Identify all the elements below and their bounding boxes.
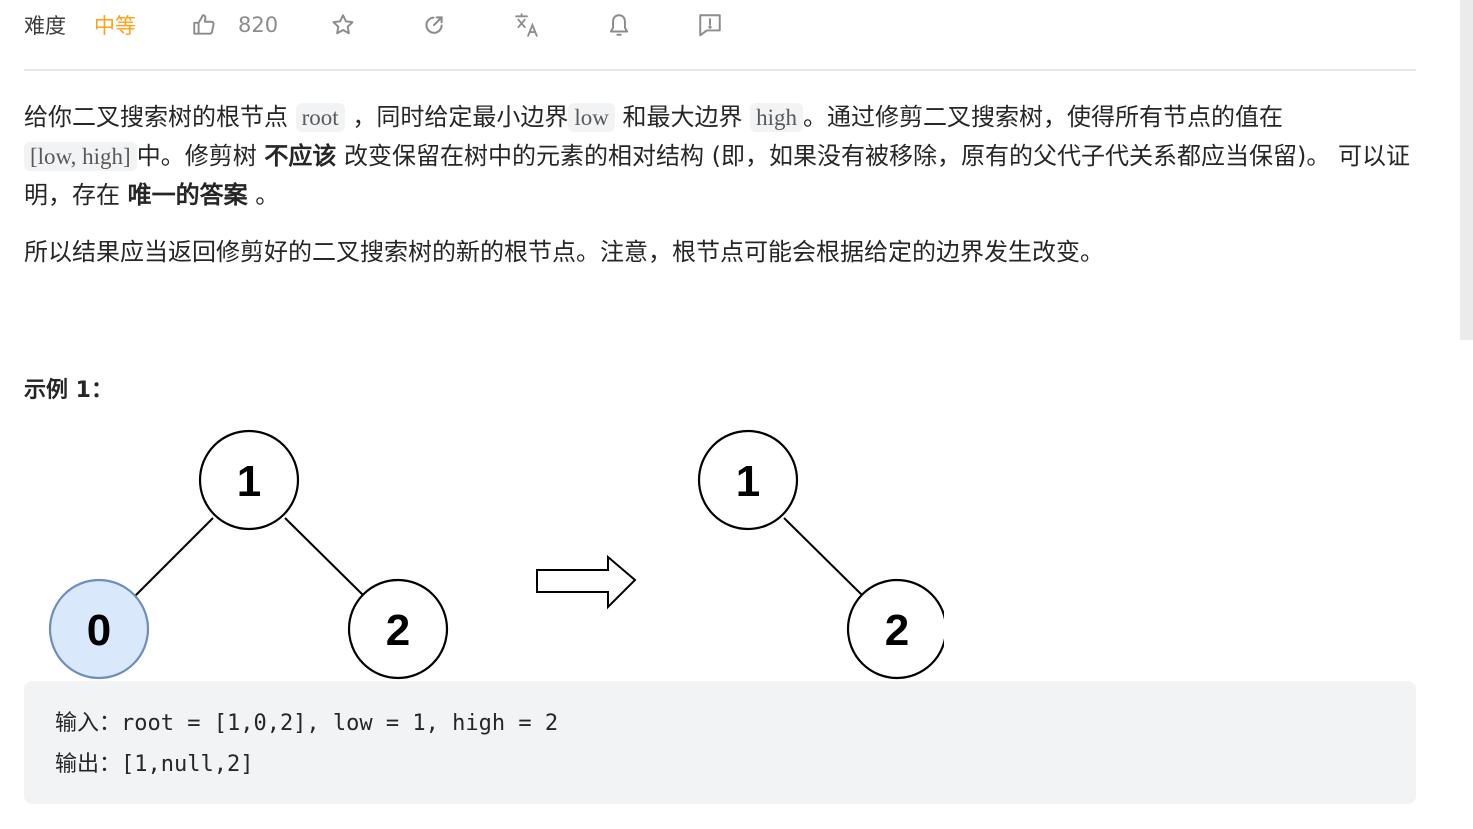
node-label: 2 (386, 606, 410, 655)
like-count: 820 (238, 13, 279, 37)
description-paragraph-2: 所以结果应当返回修剪好的二叉搜索树的新的根节点。注意，根节点可能会根据给定的边界… (24, 238, 1104, 266)
inline-code-high: high (750, 103, 803, 132)
share-button[interactable] (421, 10, 447, 40)
toolbar-divider (24, 69, 1416, 71)
emphasis-unique-answer: 唯一的答案 (127, 181, 248, 209)
desc-text: ，同时给定最小边界 (344, 103, 569, 131)
desc-text: 。 (247, 181, 280, 209)
problem-description: 给你二叉搜索树的根节点 root ，同时给定最小边界 low 和最大边界 high… (24, 98, 1424, 272)
emphasis-should-not: 不应该 (264, 142, 337, 170)
desc-text: 给你二叉搜索树的根节点 (24, 103, 296, 131)
notification-button[interactable] (606, 10, 632, 40)
node-label: 1 (736, 457, 760, 506)
bell-icon[interactable] (606, 12, 632, 38)
node-label: 0 (87, 606, 111, 655)
node-label: 2 (885, 606, 909, 655)
example-code-block: 输入：root = [1,0,2], low = 1, high = 2 输出：… (24, 681, 1416, 804)
edge-1-2 (284, 517, 365, 597)
node-label: 1 (237, 457, 261, 506)
inline-code-range: [low, high] (24, 142, 137, 171)
star-icon[interactable] (330, 12, 356, 38)
feedback-icon[interactable] (697, 12, 723, 38)
favorite-button[interactable] (330, 10, 356, 40)
scrollbar-thumb[interactable] (1460, 0, 1473, 340)
difficulty-badge: 中等 (94, 14, 136, 38)
transform-arrow-icon (536, 554, 637, 610)
translate-button[interactable] (514, 10, 540, 40)
example-output: 输出：[1,null,2] (55, 752, 254, 777)
edge-after-1-2 (783, 517, 864, 597)
example-diagram: 1 0 2 1 2 (24, 420, 944, 682)
feedback-button[interactable] (697, 10, 723, 40)
inline-code-root: root (295, 103, 345, 132)
desc-text: 中。修剪树 (136, 142, 265, 170)
example-input: 输入：root = [1,0,2], low = 1, high = 2 (55, 711, 559, 736)
like-button[interactable]: 820 (191, 10, 278, 40)
translate-icon[interactable] (514, 12, 540, 38)
description-paragraph-1: 给你二叉搜索树的根节点 root ，同时给定最小边界 low 和最大边界 high… (24, 98, 1424, 215)
desc-text: 。通过修剪二叉搜索树，使得所有节点的值在 (803, 103, 1283, 131)
edge-1-0 (133, 517, 214, 598)
share-icon[interactable] (421, 12, 447, 38)
example-title: 示例 1： (24, 378, 113, 403)
difficulty-label: 难度 (24, 14, 66, 38)
desc-text: 和最大边界 (614, 103, 751, 131)
thumbs-up-icon[interactable] (191, 12, 217, 38)
problem-toolbar: 难度 中等 820 (24, 0, 1416, 50)
inline-code-low: low (568, 103, 615, 132)
